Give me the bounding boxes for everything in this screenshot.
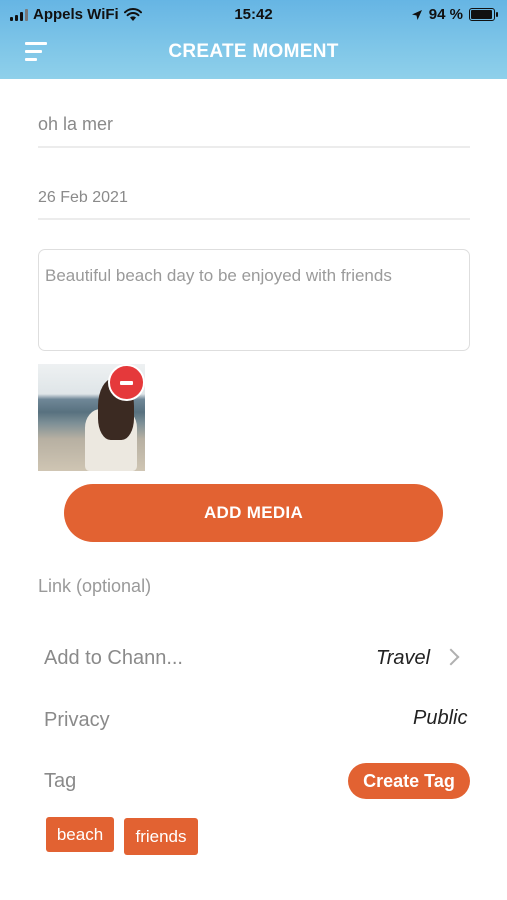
remove-media-button[interactable] [108, 364, 145, 401]
tag-chip-beach[interactable]: beach [46, 817, 114, 852]
status-bar: Appels WiFi 15:42 94 % [0, 0, 507, 30]
privacy-label: Privacy [44, 709, 110, 731]
location-arrow-icon [411, 9, 422, 20]
create-tag-button[interactable]: Create Tag [348, 763, 470, 799]
privacy-value[interactable]: Public [413, 707, 467, 730]
app-header: Appels WiFi 15:42 94 % CREATE MOMENT [0, 0, 507, 79]
battery-icon [469, 8, 498, 21]
battery-percent: 94 % [428, 6, 463, 23]
channel-value[interactable]: Travel [376, 647, 430, 670]
description-textarea[interactable]: Beautiful beach day to be enjoyed with f… [38, 249, 470, 351]
status-right: 94 % [411, 6, 498, 23]
tag-chip-friends[interactable]: friends [124, 818, 198, 855]
link-input[interactable]: Link (optional) [38, 576, 151, 597]
minus-icon [120, 381, 133, 385]
add-media-button[interactable]: ADD MEDIA [64, 484, 443, 542]
channel-label[interactable]: Add to Chann... [44, 647, 183, 670]
moment-date-field[interactable]: 26 Feb 2021 [38, 183, 470, 220]
page-title: CREATE MOMENT [168, 41, 339, 62]
tag-label: Tag [44, 770, 77, 792]
moment-title-field[interactable]: oh la mer [38, 108, 470, 148]
chevron-right-icon[interactable] [442, 648, 460, 666]
